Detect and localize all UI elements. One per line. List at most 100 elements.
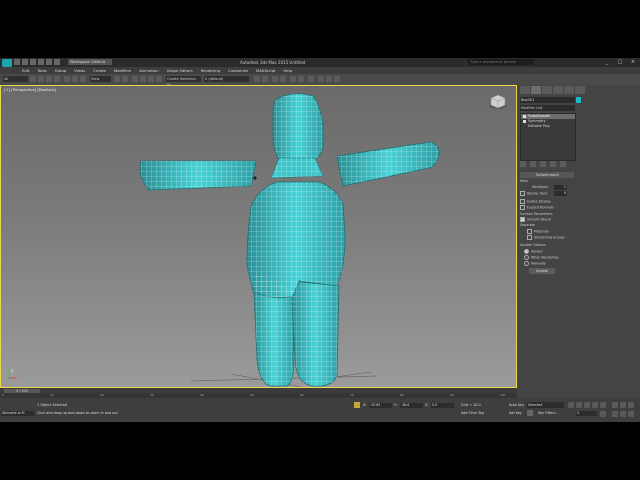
when-rendering-radio[interactable]: [524, 255, 529, 260]
align-icon[interactable]: [262, 76, 268, 82]
window-crossing-icon[interactable]: [54, 76, 60, 82]
create-tab-icon[interactable]: [520, 86, 530, 94]
zoom-icon[interactable]: [612, 402, 618, 408]
smooth-result-checkbox[interactable]: [520, 217, 525, 222]
bulb-icon[interactable]: [523, 115, 526, 118]
render-iters-checkbox[interactable]: [520, 191, 525, 196]
maxscript-listener[interactable]: Welcome to M: [1, 411, 34, 416]
manually-radio[interactable]: [524, 261, 529, 266]
y-coordinate-field[interactable]: -36.6: [400, 403, 423, 408]
fov-icon[interactable]: [612, 411, 618, 417]
render-production-icon[interactable]: [334, 76, 340, 82]
object-color-swatch[interactable]: [576, 97, 581, 103]
stack-item-editable-poly[interactable]: Editable Poly: [521, 124, 575, 129]
pin-stack-icon[interactable]: [520, 161, 526, 167]
when-rendering-row[interactable]: When Rendering: [524, 255, 558, 261]
menu-graph-editors[interactable]: Graph Editors: [163, 67, 197, 74]
render-iters-spinner[interactable]: 0: [554, 191, 567, 196]
workspace-dropdown[interactable]: Workspace: Default: [68, 59, 112, 65]
layer-dropdown[interactable]: 0 (default): [204, 76, 249, 82]
play-icon[interactable]: [584, 402, 590, 408]
iterations-spinner[interactable]: 1: [554, 185, 567, 190]
character-mesh[interactable]: [139, 93, 440, 387]
spinner-snap-icon[interactable]: [156, 76, 162, 82]
show-end-result-icon[interactable]: [530, 161, 536, 167]
select-object-icon[interactable]: [30, 76, 36, 82]
modify-tab-icon[interactable]: [531, 86, 541, 94]
set-key-button[interactable]: Set Key: [509, 411, 522, 416]
layer-manager-icon[interactable]: [272, 76, 278, 82]
open-icon[interactable]: [22, 59, 28, 65]
previous-frame-icon[interactable]: [576, 402, 582, 408]
always-row[interactable]: Always: [524, 249, 543, 255]
smoothing-groups-checkbox[interactable]: [527, 235, 532, 240]
save-icon[interactable]: [30, 59, 36, 65]
minimize-button[interactable]: _: [603, 59, 611, 65]
move-icon[interactable]: [64, 76, 70, 82]
menu-maxscript[interactable]: MAXScript: [252, 67, 280, 74]
remove-modifier-icon[interactable]: [550, 161, 556, 167]
mirror-icon[interactable]: [254, 76, 260, 82]
isoline-display-row[interactable]: Isoline Display: [520, 199, 551, 205]
menu-create[interactable]: Create: [89, 67, 110, 74]
explicit-normals-checkbox[interactable]: [520, 205, 525, 210]
reference-coord-dropdown[interactable]: View: [90, 76, 111, 82]
redo-icon[interactable]: [46, 59, 52, 65]
hierarchy-tab-icon[interactable]: [542, 86, 552, 94]
menu-modifiers[interactable]: Modifiers: [110, 67, 135, 74]
key-filters-button[interactable]: Key Filters...: [538, 411, 559, 416]
zoom-extents-icon[interactable]: [628, 402, 634, 408]
menu-help[interactable]: Help: [280, 67, 297, 74]
materials-checkbox[interactable]: [527, 229, 532, 234]
pivot-icon[interactable]: [114, 76, 120, 82]
undo-icon[interactable]: [38, 59, 44, 65]
schematic-view-icon[interactable]: [298, 76, 304, 82]
utilities-tab-icon[interactable]: [575, 86, 585, 94]
always-radio[interactable]: [524, 249, 529, 254]
render-iters-row[interactable]: Render Iters:: [520, 191, 548, 197]
modifier-list-dropdown[interactable]: Modifier List: [520, 105, 575, 111]
select-manipulate-icon[interactable]: [122, 76, 128, 82]
rect-selection-icon[interactable]: [46, 76, 52, 82]
menu-customize[interactable]: Customize: [224, 67, 252, 74]
key-icon[interactable]: [527, 410, 533, 416]
motion-tab-icon[interactable]: [553, 86, 563, 94]
materials-row[interactable]: Materials: [527, 229, 549, 235]
isoline-display-checkbox[interactable]: [520, 199, 525, 204]
zoom-all-icon[interactable]: [620, 402, 626, 408]
key-selection-dropdown[interactable]: Selected: [527, 402, 564, 408]
menu-animation[interactable]: Animation: [135, 67, 162, 74]
project-icon[interactable]: [54, 59, 60, 65]
rendered-frame-icon[interactable]: [326, 76, 332, 82]
rotate-icon[interactable]: [72, 76, 78, 82]
percent-snap-icon[interactable]: [148, 76, 154, 82]
bulb-icon[interactable]: [523, 120, 526, 123]
snaps-toggle-icon[interactable]: [132, 76, 138, 82]
app-logo-icon[interactable]: [2, 59, 12, 67]
menu-views[interactable]: Views: [70, 67, 89, 74]
curve-editor-icon[interactable]: [290, 76, 296, 82]
new-icon[interactable]: [14, 59, 20, 65]
smooth-result-row[interactable]: Smooth Result: [520, 217, 551, 223]
maximize-button[interactable]: □: [616, 59, 624, 65]
lock-selection-icon[interactable]: [354, 402, 360, 408]
update-button[interactable]: Update: [529, 268, 555, 274]
search-input[interactable]: Type a keyword or phrase: [468, 59, 534, 65]
close-button[interactable]: ×: [629, 59, 637, 65]
perspective-viewport[interactable]: [+] [Perspective] [Realistic] y: [0, 85, 517, 388]
render-setup-icon[interactable]: [318, 76, 324, 82]
x-coordinate-field[interactable]: -35.85: [369, 403, 392, 408]
named-selection-dropdown[interactable]: Create Selection Se: [166, 76, 201, 87]
selection-filter-dropdown[interactable]: All: [3, 76, 28, 82]
menu-edit[interactable]: Edit: [18, 67, 33, 74]
manually-row[interactable]: Manually: [524, 261, 546, 267]
add-time-tag[interactable]: Add Time Tag: [461, 411, 484, 416]
go-to-end-icon[interactable]: [600, 402, 606, 408]
smoothing-groups-row[interactable]: Smoothing Groups: [527, 235, 565, 241]
select-by-name-icon[interactable]: [38, 76, 44, 82]
maximize-viewport-icon[interactable]: [628, 411, 634, 417]
pan-icon[interactable]: [620, 411, 626, 417]
display-tab-icon[interactable]: [564, 86, 574, 94]
scale-icon[interactable]: [80, 76, 86, 82]
material-editor-icon[interactable]: [308, 76, 314, 82]
